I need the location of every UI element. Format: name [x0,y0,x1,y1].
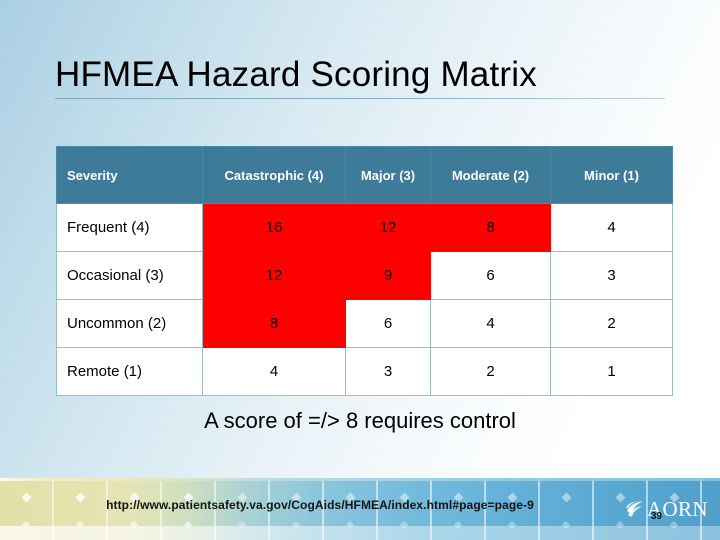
table-row: Frequent (4) 16 12 8 4 [56,203,673,252]
row-label-remote: Remote (1) [56,347,203,396]
row-label-uncommon: Uncommon (2) [56,299,203,348]
aorn-swoosh-icon [625,498,645,520]
score-cell: 4 [430,299,551,348]
table-header-row: Severity Catastrophic (4) Major (3) Mode… [56,146,673,204]
column-header-severity: Severity [56,146,203,204]
table-row: Remote (1) 4 3 2 1 [56,347,673,396]
hazard-scoring-table: Severity Catastrophic (4) Major (3) Mode… [56,146,673,396]
source-url-link[interactable]: http://www.patientsafety.va.gov/CogAids/… [0,498,640,512]
page-title: HFMEA Hazard Scoring Matrix [55,55,537,94]
aorn-logo: AORN [625,494,708,524]
score-cell: 6 [430,251,551,300]
table-row: Uncommon (2) 8 6 4 2 [56,299,673,348]
row-label-frequent: Frequent (4) [56,203,203,252]
score-cell: 3 [550,251,673,300]
score-cell: 12 [202,251,346,300]
footer-bottom-fade [0,526,720,540]
matrix-caption: A score of =/> 8 requires control [204,408,516,433]
score-cell: 1 [550,347,673,396]
column-header-minor: Minor (1) [550,146,673,204]
column-header-major: Major (3) [345,146,431,204]
score-cell: 9 [345,251,431,300]
footer-band: http://www.patientsafety.va.gov/CogAids/… [0,478,720,540]
score-cell: 12 [345,203,431,252]
title-block: HFMEA Hazard Scoring Matrix [55,55,665,99]
score-cell: 4 [202,347,346,396]
column-header-catastrophic: Catastrophic (4) [202,146,346,204]
score-cell: 6 [345,299,431,348]
score-cell: 3 [345,347,431,396]
score-cell: 16 [202,203,346,252]
score-cell: 8 [430,203,551,252]
table-row: Occasional (3) 12 9 6 3 [56,251,673,300]
score-cell: 4 [550,203,673,252]
footer-top-highlight [0,478,720,481]
hazard-matrix-container: Severity Catastrophic (4) Major (3) Mode… [56,146,673,396]
score-cell: 2 [550,299,673,348]
column-header-moderate: Moderate (2) [430,146,551,204]
slide-number: 39 [650,511,662,522]
score-cell: 2 [430,347,551,396]
slide-canvas: HFMEA Hazard Scoring Matrix Severity Cat… [0,0,720,540]
score-cell: 8 [202,299,346,348]
table-body: Frequent (4) 16 12 8 4 Occasional (3) 12… [56,203,673,396]
row-label-occasional: Occasional (3) [56,251,203,300]
title-underline-rule [55,98,665,99]
